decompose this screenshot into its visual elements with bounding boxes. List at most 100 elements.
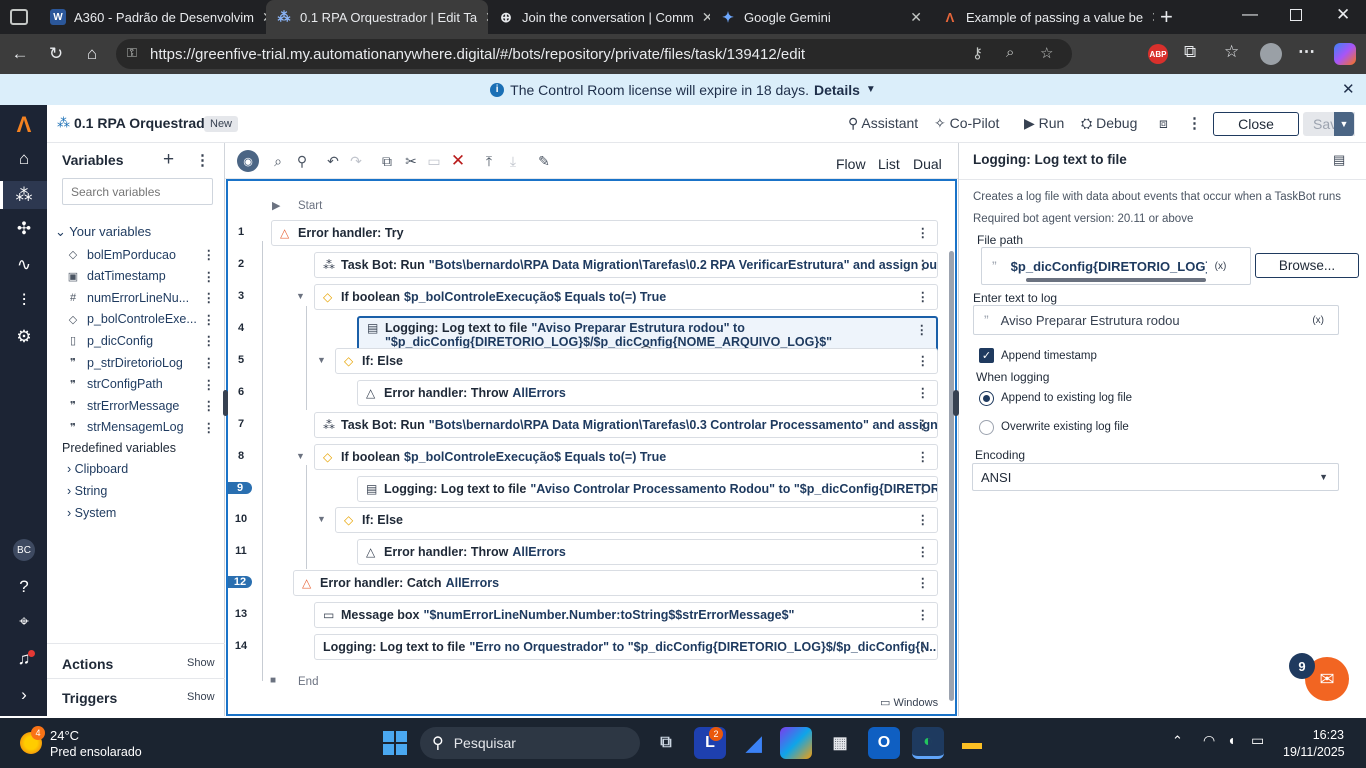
location-icon[interactable]: ⌖ xyxy=(12,610,36,634)
variable-menu-icon[interactable]: ⋮ xyxy=(203,247,216,262)
copy-icon[interactable]: ⧉ xyxy=(378,152,396,170)
browser-tab-orquestrador[interactable]: ⁂ 0.1 RPA Orquestrador | Edit Ta ✕ xyxy=(266,0,488,34)
action-menu-icon[interactable]: ⋮ xyxy=(917,607,930,622)
action-menu-icon[interactable]: ⋮ xyxy=(917,385,930,400)
favorite-star-icon[interactable]: ☆ xyxy=(1040,44,1053,62)
new-tab-icon[interactable]: + xyxy=(1160,4,1173,30)
flow-canvas[interactable]: ▶ Start 1 △ Error handler: Try ⋮ 2 ⁂ Task Bot:… xyxy=(226,179,957,716)
more-menu-icon[interactable]: ⋯ xyxy=(1298,42,1315,62)
collections-icon[interactable]: ☆ xyxy=(1224,42,1239,62)
assistant-button[interactable]: ⚲ Assistant xyxy=(848,115,918,132)
clock-time[interactable]: 16:23 xyxy=(1304,728,1344,742)
overwrite-existing-radio[interactable] xyxy=(979,420,994,435)
copilot-icon[interactable] xyxy=(1334,43,1356,65)
action-menu-icon[interactable]: ⋮ xyxy=(917,481,930,496)
site-info-icon[interactable]: ⚿ xyxy=(127,45,137,61)
variable-menu-icon[interactable]: ⋮ xyxy=(203,290,216,305)
azure-app-icon[interactable]: ◢ xyxy=(738,727,770,759)
record-icon[interactable]: ⧈ xyxy=(1159,115,1168,132)
line-number[interactable]: 3 xyxy=(228,290,254,302)
predefined-system[interactable]: › System xyxy=(67,506,116,520)
search-icon[interactable]: ⚲ xyxy=(293,152,311,170)
action-row[interactable]: △ Error handler: Throw AllErrors ⋮ xyxy=(357,380,938,406)
action-row[interactable]: ▭ Message box "$numErrorLineNumber.Number:… xyxy=(314,602,938,628)
line-number[interactable]: 8 xyxy=(228,450,254,462)
predefined-string[interactable]: › String xyxy=(67,484,107,498)
chevron-down-icon[interactable]: ▼ xyxy=(866,84,876,95)
variable-item[interactable]: # numErrorLineNu... ⋮ xyxy=(47,287,225,308)
back-icon[interactable]: ← xyxy=(2,38,38,70)
enable-icon[interactable]: ⤒ xyxy=(480,152,498,170)
show-hidden-icons[interactable]: ⌃ xyxy=(1172,733,1183,749)
line-number[interactable]: 6 xyxy=(228,386,254,398)
action-row[interactable]: ◇ If: Else ⋮ xyxy=(335,507,938,533)
variable-item[interactable]: ❞ strMensagemLog ⋮ xyxy=(47,417,225,438)
close-button[interactable]: Close xyxy=(1213,112,1299,136)
window-close-icon[interactable]: ✕ xyxy=(1336,5,1350,25)
task-view-icon[interactable]: ⧉ xyxy=(650,727,682,759)
adblock-extension-icon[interactable]: ABP xyxy=(1148,44,1168,64)
variable-item[interactable]: ▣ datTimestamp ⋮ xyxy=(47,266,225,287)
search-variables-input[interactable] xyxy=(62,178,213,205)
action-menu-icon[interactable]: ⋮ xyxy=(917,257,930,272)
banner-details-link[interactable]: Details xyxy=(814,82,860,98)
manage-icon[interactable]: ⫶ xyxy=(12,289,36,313)
insert-variable-icon[interactable]: (x) xyxy=(1215,261,1227,272)
append-existing-radio[interactable] xyxy=(979,391,994,406)
variable-item[interactable]: ◇ p_bolControleExe... ⋮ xyxy=(47,309,225,330)
home-icon[interactable]: ⌂ xyxy=(12,147,36,171)
collapse-icon[interactable]: ▼ xyxy=(317,355,326,365)
restore-icon[interactable] xyxy=(1290,9,1302,21)
action-row[interactable]: ◇ If boolean $p_bolControleExecução$ Equal… xyxy=(314,444,938,470)
file-explorer-icon[interactable]: ▬ xyxy=(956,727,988,759)
weather-description[interactable]: Pred ensolarado xyxy=(50,745,142,759)
variable-item[interactable]: ▯ p_dicConfig ⋮ xyxy=(47,330,225,351)
actions-section-title[interactable]: Actions xyxy=(62,656,113,672)
canvas-scrollbar[interactable] xyxy=(949,251,954,701)
copilot-app-icon[interactable] xyxy=(780,727,812,759)
text-to-log-field[interactable]: ” Aviso Preparar Estrutura rodou (x) xyxy=(973,305,1339,335)
record-screen-icon[interactable]: ◉ xyxy=(237,150,259,172)
panel-resize-handle[interactable] xyxy=(953,390,959,416)
administration-icon[interactable]: ⚙ xyxy=(12,325,36,349)
line-number[interactable]: 14 xyxy=(228,640,254,652)
undo-icon[interactable]: ↶ xyxy=(324,152,342,170)
home-icon[interactable]: ⌂ xyxy=(74,38,110,70)
copilot-button[interactable]: ✧ Co-Pilot xyxy=(934,115,999,132)
password-key-icon[interactable]: ⚷ xyxy=(972,44,983,62)
variable-item[interactable]: ❞ p_strDiretorioLog ⋮ xyxy=(47,352,225,373)
capture-icon[interactable]: ⌕ xyxy=(269,152,287,170)
minimize-icon[interactable]: — xyxy=(1242,6,1258,24)
paste-icon[interactable]: ▭ xyxy=(425,152,443,170)
view-dual-tab[interactable]: Dual xyxy=(913,156,942,172)
extensions-icon[interactable]: ⧉ xyxy=(1184,42,1196,62)
help-icon[interactable]: ? xyxy=(12,575,36,599)
redo-icon[interactable]: ↷ xyxy=(347,152,365,170)
collapse-icon[interactable]: ▼ xyxy=(296,291,305,301)
browse-button[interactable]: Browse... xyxy=(1255,253,1359,278)
variable-menu-icon[interactable]: ⋮ xyxy=(203,333,216,348)
user-avatar[interactable]: BC xyxy=(13,539,35,561)
your-variables-toggle[interactable]: ⌄ Your variables xyxy=(55,224,151,240)
action-row[interactable]: △ Error handler: Try ⋮ xyxy=(271,220,938,246)
ai-tools-icon[interactable]: ✣ xyxy=(12,217,36,241)
line-number[interactable]: 1 xyxy=(228,226,254,238)
variable-menu-icon[interactable]: ⋮ xyxy=(203,355,216,370)
automation-icon[interactable]: ⁂ xyxy=(12,183,36,207)
action-menu-icon[interactable]: ⋮ xyxy=(916,322,929,337)
view-flow-tab[interactable]: Flow xyxy=(836,156,866,172)
variable-menu-icon[interactable]: ⋮ xyxy=(203,398,216,413)
variable-menu-icon[interactable]: ⋮ xyxy=(203,312,216,327)
variable-menu-icon[interactable]: ⋮ xyxy=(203,269,216,284)
action-row[interactable]: ◇ If: Else ⋮ xyxy=(335,348,938,374)
clock-date[interactable]: 19/11/2025 xyxy=(1283,745,1345,759)
action-menu-icon[interactable]: ⋮ xyxy=(917,353,930,368)
append-timestamp-checkbox[interactable]: ✓ xyxy=(979,348,994,363)
line-number[interactable]: 11 xyxy=(228,545,254,557)
insert-variable-icon[interactable]: (x) xyxy=(1312,315,1324,326)
edge-app-icon[interactable]: ◐ xyxy=(912,727,944,759)
action-menu-icon[interactable]: ⋮ xyxy=(917,575,930,590)
expand-nav-icon[interactable]: › xyxy=(12,683,36,707)
browser-tab-community[interactable]: ⊕ Join the conversation | Comm ✕ xyxy=(488,0,710,34)
delete-icon[interactable]: ✕ xyxy=(449,151,467,170)
